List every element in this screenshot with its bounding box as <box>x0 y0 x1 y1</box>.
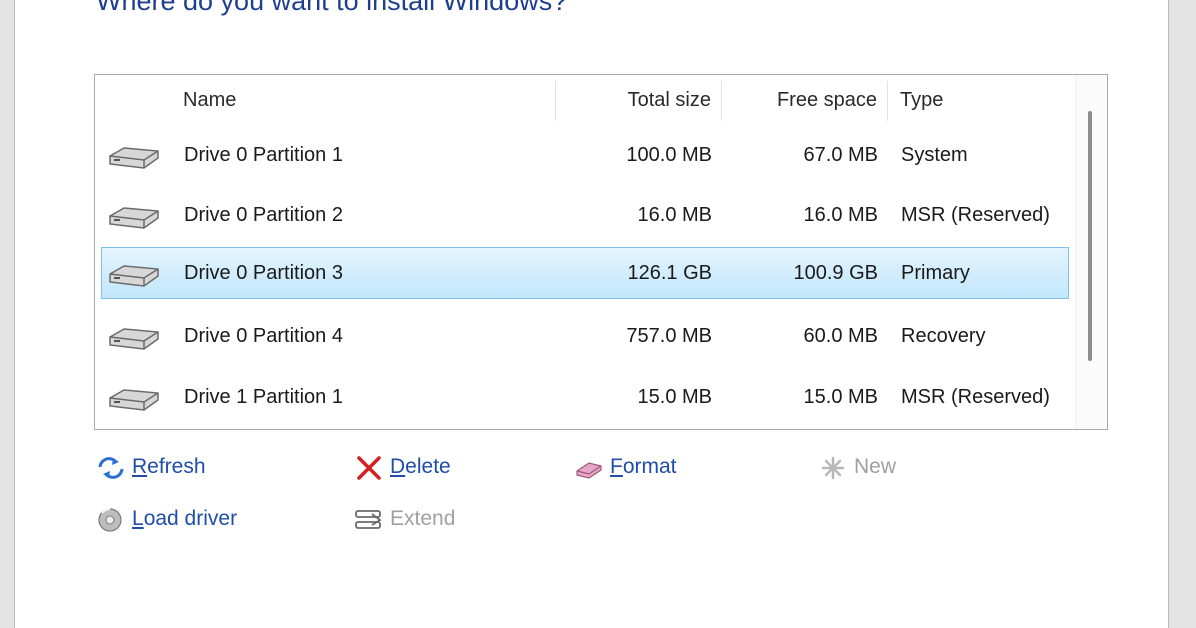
partition-total-size: 100.0 MB <box>626 144 712 166</box>
load-driver-label: Load driver <box>132 507 238 530</box>
delete-button[interactable]: Delete <box>354 452 494 482</box>
delete-label: Delete <box>390 455 451 478</box>
partition-total-size: 15.0 MB <box>637 386 712 408</box>
partition-name: Drive 0 Partition 2 <box>184 204 343 226</box>
partition-list[interactable]: Name Total size Free space Type Drive 0 … <box>94 74 1108 430</box>
partition-type: Recovery <box>901 325 986 347</box>
format-button[interactable]: Format <box>574 452 714 482</box>
partition-free-space: 16.0 MB <box>803 204 878 226</box>
partition-free-space: 67.0 MB <box>803 144 878 166</box>
hard-drive-icon <box>109 328 159 350</box>
extend-icon <box>355 510 382 529</box>
partition-row[interactable]: Drive 0 Partition 2 16.0 MB 16.0 MB MSR … <box>101 189 1069 241</box>
vertical-scrollbar[interactable] <box>1075 75 1107 429</box>
new-label: New <box>854 455 897 478</box>
partition-row[interactable]: Drive 1 Partition 1 15.0 MB 15.0 MB MSR … <box>101 371 1069 423</box>
column-header-name[interactable]: Name <box>183 75 236 125</box>
refresh-button[interactable]: Refresh <box>96 452 236 482</box>
extend-button[interactable]: Extend <box>354 504 484 534</box>
delete-icon <box>357 456 381 480</box>
hard-drive-icon <box>109 207 159 229</box>
window-frame-right <box>1168 0 1196 628</box>
partition-free-space: 100.9 GB <box>793 262 878 284</box>
hard-drive-icon <box>109 147 159 169</box>
partition-total-size: 757.0 MB <box>626 325 712 347</box>
format-icon <box>576 462 602 479</box>
partition-type: MSR (Reserved) <box>901 386 1050 408</box>
partition-name: Drive 0 Partition 3 <box>184 262 343 284</box>
partition-free-space: 60.0 MB <box>803 325 878 347</box>
window-frame-left <box>0 0 15 628</box>
load-driver-icon <box>98 508 122 532</box>
new-icon <box>821 456 845 480</box>
column-divider[interactable] <box>887 81 888 121</box>
partition-type: Primary <box>901 262 970 284</box>
new-button[interactable]: New <box>818 452 928 482</box>
hard-drive-icon <box>109 265 159 287</box>
partition-name: Drive 0 Partition 4 <box>184 325 343 347</box>
load-driver-button[interactable]: Load driver <box>96 504 266 534</box>
partition-total-size: 126.1 GB <box>627 262 712 284</box>
column-header-free-space[interactable]: Free space <box>721 75 877 125</box>
partition-name: Drive 0 Partition 1 <box>184 144 343 166</box>
partition-row[interactable]: Drive 0 Partition 1 100.0 MB 67.0 MB Sys… <box>101 129 1069 181</box>
hard-drive-icon <box>109 389 159 411</box>
refresh-label: Refresh <box>132 455 206 478</box>
column-header-total-size[interactable]: Total size <box>555 75 711 125</box>
partition-row[interactable]: Drive 0 Partition 4 757.0 MB 60.0 MB Rec… <box>101 310 1069 362</box>
refresh-icon <box>98 457 124 479</box>
partition-row-selected[interactable]: Drive 0 Partition 3 126.1 GB 100.9 GB Pr… <box>101 247 1069 299</box>
partition-name: Drive 1 Partition 1 <box>184 386 343 408</box>
format-label: Format <box>610 455 677 478</box>
list-header: Name Total size Free space Type <box>95 75 1075 125</box>
partition-type: MSR (Reserved) <box>901 204 1050 226</box>
page-title: Where do you want to install Windows? <box>96 0 568 16</box>
extend-label: Extend <box>390 507 456 530</box>
partition-free-space: 15.0 MB <box>803 386 878 408</box>
scrollbar-thumb[interactable] <box>1088 111 1092 361</box>
partition-type: System <box>901 144 968 166</box>
column-header-type[interactable]: Type <box>900 75 943 125</box>
partition-total-size: 16.0 MB <box>637 204 712 226</box>
